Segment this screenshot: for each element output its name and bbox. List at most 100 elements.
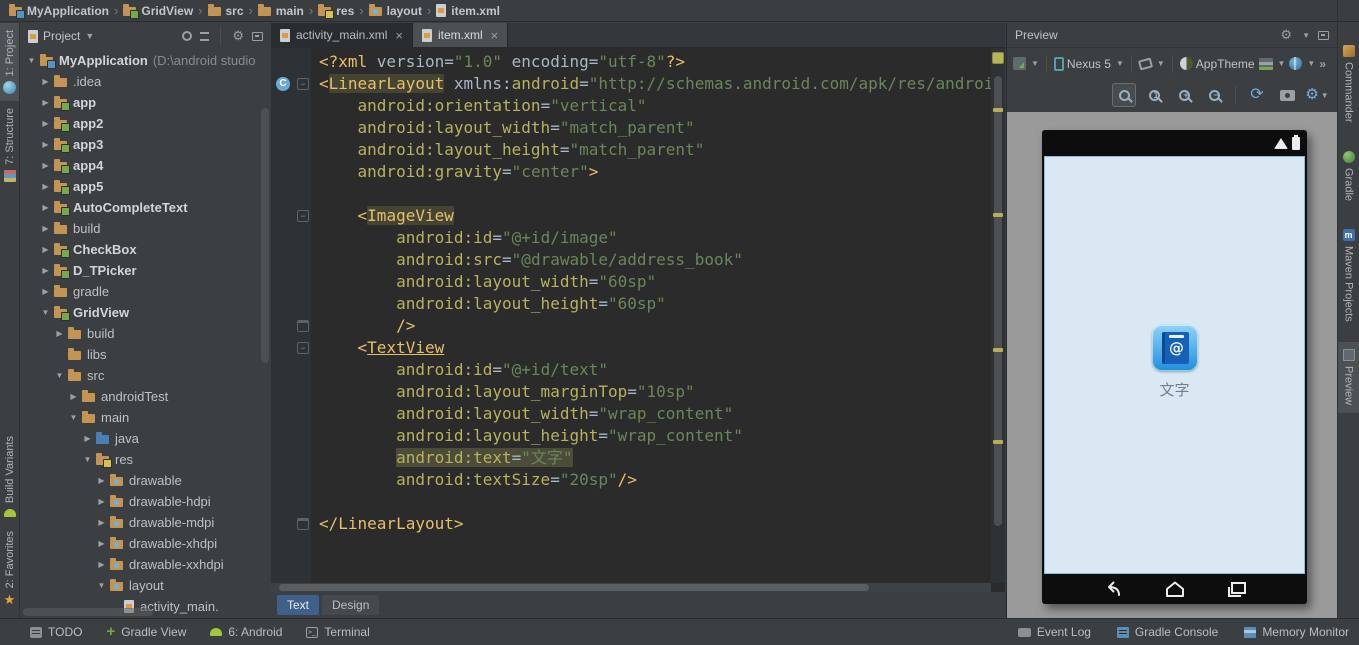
editor-tab[interactable]: item.xml ×: [412, 23, 509, 47]
tree-toggle-icon[interactable]: ▼: [81, 455, 94, 464]
warning-stripe-mark[interactable]: [993, 213, 1003, 217]
layout-variant-button[interactable]: ▼: [1258, 57, 1285, 70]
tree-toggle-icon[interactable]: ▶: [39, 203, 52, 212]
tree-toggle-icon[interactable]: ▶: [95, 497, 108, 506]
code-editor[interactable]: <?xml version="1.0" encoding="utf-8"?> C −…: [271, 48, 991, 583]
tree-toggle-icon[interactable]: ▶: [95, 560, 108, 569]
scrollbar-thumb[interactable]: [994, 76, 1002, 526]
inspection-indicator-icon[interactable]: [992, 52, 1004, 64]
tree-item[interactable]: ▼ main: [21, 407, 270, 428]
tree-item[interactable]: ▶ app3: [21, 134, 270, 155]
tree-toggle-icon[interactable]: ▶: [67, 392, 80, 401]
close-icon[interactable]: ×: [395, 28, 403, 43]
status-bar-item-event-log[interactable]: Event Log: [1017, 625, 1091, 639]
tool-window-button-7-structure[interactable]: 7: Structure: [0, 101, 19, 189]
status-bar-item-todo[interactable]: TODO: [30, 625, 82, 639]
zoom-to-fit-button[interactable]: [1112, 83, 1136, 107]
tree-item[interactable]: ▶ app5: [21, 176, 270, 197]
zoom-in-button[interactable]: +: [1172, 83, 1196, 107]
hide-panel-icon[interactable]: [1318, 30, 1329, 40]
status-bar-item-terminal[interactable]: Terminal: [306, 625, 370, 639]
preview-settings-button[interactable]: ▼: [1305, 83, 1329, 107]
tree-item[interactable]: ▶ .idea: [21, 71, 270, 92]
tree-item[interactable]: ▼ layout: [21, 575, 270, 596]
breadcrumb-item[interactable]: MyApplication: [5, 4, 113, 19]
chevron-down-icon[interactable]: ▼: [85, 31, 94, 41]
status-bar-item-memory-monitor[interactable]: Memory Monitor: [1244, 625, 1349, 639]
tool-window-button-2-favorites[interactable]: 2: Favorites: [0, 524, 19, 614]
tree-item[interactable]: ▶ AutoCompleteText: [21, 197, 270, 218]
tree-toggle-icon[interactable]: ▶: [39, 77, 52, 86]
tree-item[interactable]: ▶ D_TPicker: [21, 260, 270, 281]
fold-marker-icon[interactable]: −: [297, 78, 309, 90]
tree-item[interactable]: ▶ drawable-mdpi: [21, 512, 270, 533]
fold-marker-icon[interactable]: −: [297, 342, 309, 354]
breadcrumb-item[interactable]: main: [254, 4, 308, 18]
screenshot-button[interactable]: [1275, 83, 1299, 107]
locate-file-icon[interactable]: [182, 31, 193, 41]
warning-stripe-mark[interactable]: [993, 108, 1003, 112]
orientation-button[interactable]: ▼: [1137, 56, 1165, 71]
tool-window-button-preview[interactable]: Preview: [1338, 342, 1359, 413]
breadcrumb-item[interactable]: item.xml: [432, 4, 504, 18]
tree-toggle-icon[interactable]: ▶: [39, 119, 52, 128]
tree-item[interactable]: ▶ app: [21, 92, 270, 113]
tree-item[interactable]: ▶ gradle: [21, 281, 270, 302]
warning-stripe-mark[interactable]: [993, 348, 1003, 352]
tree-item[interactable]: ▶ drawable-xhdpi: [21, 533, 270, 554]
project-horizontal-scrollbar[interactable]: [23, 608, 153, 616]
actual-size-button[interactable]: 1: [1142, 83, 1166, 107]
editor-vertical-scrollbar[interactable]: [991, 48, 1005, 583]
tree-item[interactable]: ▶ java: [21, 428, 270, 449]
configuration-button[interactable]: ▼: [1013, 57, 1039, 70]
tree-toggle-icon[interactable]: ▶: [39, 224, 52, 233]
class-badge-icon[interactable]: C: [276, 77, 290, 91]
tree-toggle-icon[interactable]: ▶: [95, 539, 108, 548]
tree-toggle-icon[interactable]: ▶: [39, 161, 52, 170]
device-selector[interactable]: Nexus 5 ▼: [1053, 56, 1124, 71]
overflow-chevrons[interactable]: »: [1319, 57, 1326, 71]
warning-stripe-mark[interactable]: [993, 440, 1003, 444]
status-bar-item-gradle-view[interactable]: Gradle View: [106, 625, 186, 639]
hide-panel-icon[interactable]: [252, 31, 263, 41]
tree-toggle-icon[interactable]: ▶: [39, 140, 52, 149]
gear-icon[interactable]: [232, 29, 244, 43]
project-vertical-scrollbar[interactable]: [261, 108, 269, 363]
tool-window-button-maven-projects[interactable]: Maven Projects: [1338, 222, 1359, 329]
tree-item[interactable]: ▼ MyApplication (D:\android studio: [21, 50, 270, 71]
tool-window-button-build-variants[interactable]: Build Variants: [0, 429, 19, 523]
breadcrumb-item[interactable]: src: [204, 4, 248, 18]
tree-item[interactable]: ▶ build: [21, 323, 270, 344]
tree-item[interactable]: ▼ res: [21, 449, 270, 470]
tool-window-button-gradle[interactable]: Gradle: [1338, 144, 1359, 208]
tree-toggle-icon[interactable]: ▼: [39, 308, 52, 317]
tree-item[interactable]: libs: [21, 344, 270, 365]
scrollbar-thumb[interactable]: [279, 584, 869, 591]
tree-item[interactable]: ▶ drawable-xxhdpi: [21, 554, 270, 575]
tree-toggle-icon[interactable]: ▶: [39, 182, 52, 191]
tree-toggle-icon[interactable]: ▶: [95, 476, 108, 485]
editor-tab[interactable]: activity_main.xml ×: [271, 23, 413, 47]
tree-item[interactable]: ▼ GridView: [21, 302, 270, 323]
tree-item[interactable]: ▶ app2: [21, 113, 270, 134]
tool-window-button-commander[interactable]: Commander: [1338, 38, 1359, 130]
tree-toggle-icon[interactable]: ▼: [53, 371, 66, 380]
tree-toggle-icon[interactable]: ▶: [81, 434, 94, 443]
editor-horizontal-scrollbar[interactable]: [271, 583, 991, 592]
tree-item[interactable]: ▶ androidTest: [21, 386, 270, 407]
tree-toggle-icon[interactable]: ▶: [39, 98, 52, 107]
tree-item[interactable]: ▶ app4: [21, 155, 270, 176]
tree-item[interactable]: ▶ build: [21, 218, 270, 239]
tree-toggle-icon[interactable]: ▶: [95, 518, 108, 527]
tree-item[interactable]: ▶ drawable: [21, 470, 270, 491]
status-bar-item-gradle-console[interactable]: Gradle Console: [1116, 625, 1218, 639]
tree-toggle-icon[interactable]: ▼: [95, 581, 108, 590]
close-icon[interactable]: ×: [491, 28, 499, 43]
editor-mode-tab-text[interactable]: Text: [277, 595, 320, 615]
fold-marker-icon[interactable]: [297, 518, 309, 530]
tree-toggle-icon[interactable]: ▶: [39, 287, 52, 296]
project-panel-title[interactable]: Project: [43, 29, 80, 43]
tree-item[interactable]: ▶ CheckBox: [21, 239, 270, 260]
tool-window-button-1-project[interactable]: 1: Project: [0, 23, 19, 102]
refresh-button[interactable]: [1245, 83, 1269, 107]
